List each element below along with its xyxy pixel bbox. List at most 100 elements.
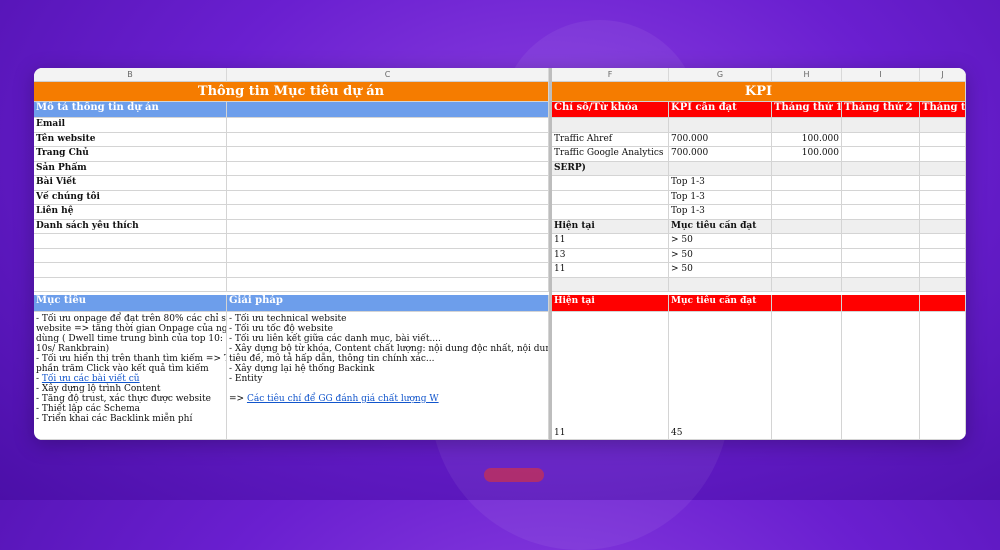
project-field-value[interactable] xyxy=(227,147,549,162)
column-header-g[interactable]: G xyxy=(669,68,772,82)
kpi-cell[interactable]: 700.000 xyxy=(669,147,772,162)
empty-cell[interactable] xyxy=(920,263,966,278)
project-field-value[interactable] xyxy=(227,263,549,278)
bottom-empty-cell[interactable] xyxy=(842,312,920,440)
empty-cell[interactable] xyxy=(920,234,966,249)
empty-cell[interactable] xyxy=(669,118,772,133)
empty-cell[interactable] xyxy=(842,147,920,162)
project-field-value[interactable] xyxy=(227,219,549,234)
empty-cell[interactable] xyxy=(842,118,920,133)
empty-cell[interactable] xyxy=(772,205,842,220)
project-field-label[interactable]: Liên hệ xyxy=(34,205,227,220)
project-field-value[interactable] xyxy=(227,161,549,176)
kpi-header-metric[interactable]: Chỉ số/Từ khóa xyxy=(552,102,669,118)
project-field-label[interactable]: Danh sách yêu thích xyxy=(34,219,227,234)
kpi-cell[interactable]: 700.000 xyxy=(669,132,772,147)
project-desc-header-c[interactable] xyxy=(227,102,549,118)
empty-cell[interactable] xyxy=(842,132,920,147)
empty-cell[interactable] xyxy=(920,118,966,133)
kpi-title-cell[interactable]: KPI xyxy=(552,82,966,102)
empty-cell[interactable] xyxy=(772,277,842,292)
empty-cell[interactable] xyxy=(842,234,920,249)
kpi-cell[interactable]: 100.000 xyxy=(772,147,842,162)
column-header-b[interactable]: B xyxy=(34,68,227,82)
empty-cell[interactable] xyxy=(842,190,920,205)
empty-cell[interactable] xyxy=(669,277,772,292)
kpi-cell[interactable]: 11 xyxy=(552,263,669,278)
kpi-cell[interactable]: 11 xyxy=(552,234,669,249)
empty-cell[interactable] xyxy=(772,248,842,263)
project-field-value[interactable] xyxy=(227,176,549,191)
project-field-label[interactable]: Bài Viết xyxy=(34,176,227,191)
empty-cell[interactable] xyxy=(920,248,966,263)
empty-cell[interactable] xyxy=(552,205,669,220)
empty-cell[interactable] xyxy=(842,263,920,278)
empty-cell[interactable] xyxy=(920,219,966,234)
empty-cell[interactable] xyxy=(552,176,669,191)
project-field-value[interactable] xyxy=(227,248,549,263)
empty-cell[interactable] xyxy=(920,176,966,191)
kpi-header-month1[interactable]: Tháng thứ 1 xyxy=(772,102,842,118)
kpi-cell[interactable]: Mục tiêu cần đạt xyxy=(669,219,772,234)
project-title-cell[interactable]: Thông tin Mục tiêu dự án xyxy=(34,82,549,102)
empty-cell[interactable] xyxy=(920,161,966,176)
empty-cell[interactable] xyxy=(920,132,966,147)
column-header-i[interactable]: I xyxy=(842,68,920,82)
empty-cell[interactable] xyxy=(552,277,669,292)
kpi-cell[interactable]: Top 1-3 xyxy=(669,205,772,220)
empty-cell[interactable] xyxy=(34,234,227,249)
column-header-c[interactable]: C xyxy=(227,68,549,82)
kpi-header-target[interactable]: KPI cần đạt xyxy=(669,102,772,118)
project-field-value[interactable] xyxy=(227,205,549,220)
goal-list-cell[interactable]: - Tối ưu onpage để đạt trên 80% các chỉ … xyxy=(34,312,227,440)
red-target-header[interactable]: Mục tiêu cần đạt xyxy=(669,295,772,312)
project-field-value[interactable] xyxy=(227,132,549,147)
kpi-cell[interactable]: Traffic Ahref xyxy=(552,132,669,147)
bottom-empty-cell[interactable] xyxy=(772,312,842,440)
kpi-cell[interactable]: 13 xyxy=(552,248,669,263)
red-empty[interactable] xyxy=(920,295,966,312)
column-header-h[interactable]: H xyxy=(772,68,842,82)
red-empty[interactable] xyxy=(772,295,842,312)
empty-cell[interactable] xyxy=(772,263,842,278)
goal-header[interactable]: Mục tiêu xyxy=(34,295,227,312)
kpi-cell[interactable]: Hiện tại xyxy=(552,219,669,234)
kpi-cell[interactable]: > 50 xyxy=(669,263,772,278)
project-field-value[interactable] xyxy=(227,277,549,292)
kpi-cell[interactable]: Traffic Google Analytics xyxy=(552,147,669,162)
project-field-value[interactable] xyxy=(227,118,549,133)
empty-cell[interactable] xyxy=(920,277,966,292)
empty-cell[interactable] xyxy=(772,118,842,133)
empty-cell[interactable] xyxy=(34,248,227,263)
goal-link[interactable]: Tối ưu các bài viết cũ xyxy=(42,374,140,384)
project-field-label[interactable]: Tên website xyxy=(34,132,227,147)
kpi-header-month2[interactable]: Tháng thứ 2 xyxy=(842,102,920,118)
kpi-cell[interactable]: > 50 xyxy=(669,234,772,249)
empty-cell[interactable] xyxy=(842,248,920,263)
empty-cell[interactable] xyxy=(842,277,920,292)
solution-header[interactable]: Giải pháp xyxy=(227,295,549,312)
bottom-empty-cell[interactable] xyxy=(920,312,966,440)
empty-cell[interactable] xyxy=(920,205,966,220)
project-field-value[interactable] xyxy=(227,190,549,205)
empty-cell[interactable] xyxy=(772,234,842,249)
column-header-j[interactable]: J xyxy=(920,68,966,82)
empty-cell[interactable] xyxy=(34,277,227,292)
empty-cell[interactable] xyxy=(842,219,920,234)
empty-cell[interactable] xyxy=(842,205,920,220)
solution-list-cell[interactable]: - Tối ưu technical website - Tối ưu tốc … xyxy=(227,312,549,440)
empty-cell[interactable] xyxy=(34,263,227,278)
kpi-header-month3[interactable]: Tháng th xyxy=(920,102,966,118)
project-field-label[interactable]: Email xyxy=(34,118,227,133)
bottom-current-cell[interactable]: 11 xyxy=(552,312,669,440)
project-desc-header[interactable]: Mô tả thông tin dự án xyxy=(34,102,227,118)
project-field-label[interactable]: Sản Phẩm xyxy=(34,161,227,176)
kpi-cell[interactable]: > 50 xyxy=(669,248,772,263)
project-field-label[interactable]: Trang Chủ xyxy=(34,147,227,162)
empty-cell[interactable] xyxy=(772,190,842,205)
kpi-cell[interactable]: Top 1-3 xyxy=(669,176,772,191)
column-header-f[interactable]: F xyxy=(552,68,669,82)
red-current-header[interactable]: Hiện tại xyxy=(552,295,669,312)
empty-cell[interactable] xyxy=(552,118,669,133)
empty-cell[interactable] xyxy=(669,161,772,176)
